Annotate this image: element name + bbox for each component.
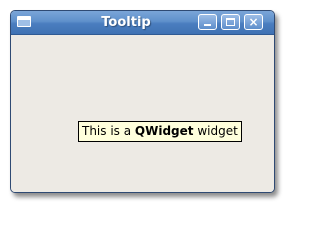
minimize-button[interactable] bbox=[198, 14, 217, 30]
maximize-button[interactable] bbox=[221, 14, 240, 30]
maximize-icon bbox=[226, 18, 235, 26]
tooltip-text-suffix: widget bbox=[193, 124, 238, 138]
close-button[interactable]: × bbox=[244, 14, 263, 30]
tooltip-text-prefix: This is a bbox=[82, 124, 135, 138]
tooltip: This is a QWidget widget bbox=[78, 121, 242, 142]
tooltip-text-bold: QWidget bbox=[134, 124, 194, 138]
minimize-icon bbox=[204, 24, 211, 26]
app-window: Tooltip × This is a QWidget widget bbox=[10, 10, 275, 193]
close-icon: × bbox=[248, 15, 259, 29]
window-icon[interactable] bbox=[17, 16, 31, 27]
window-title: Tooltip bbox=[101, 15, 151, 30]
widget-area[interactable]: This is a QWidget widget bbox=[11, 35, 274, 192]
title-bar[interactable]: Tooltip × bbox=[11, 11, 274, 35]
